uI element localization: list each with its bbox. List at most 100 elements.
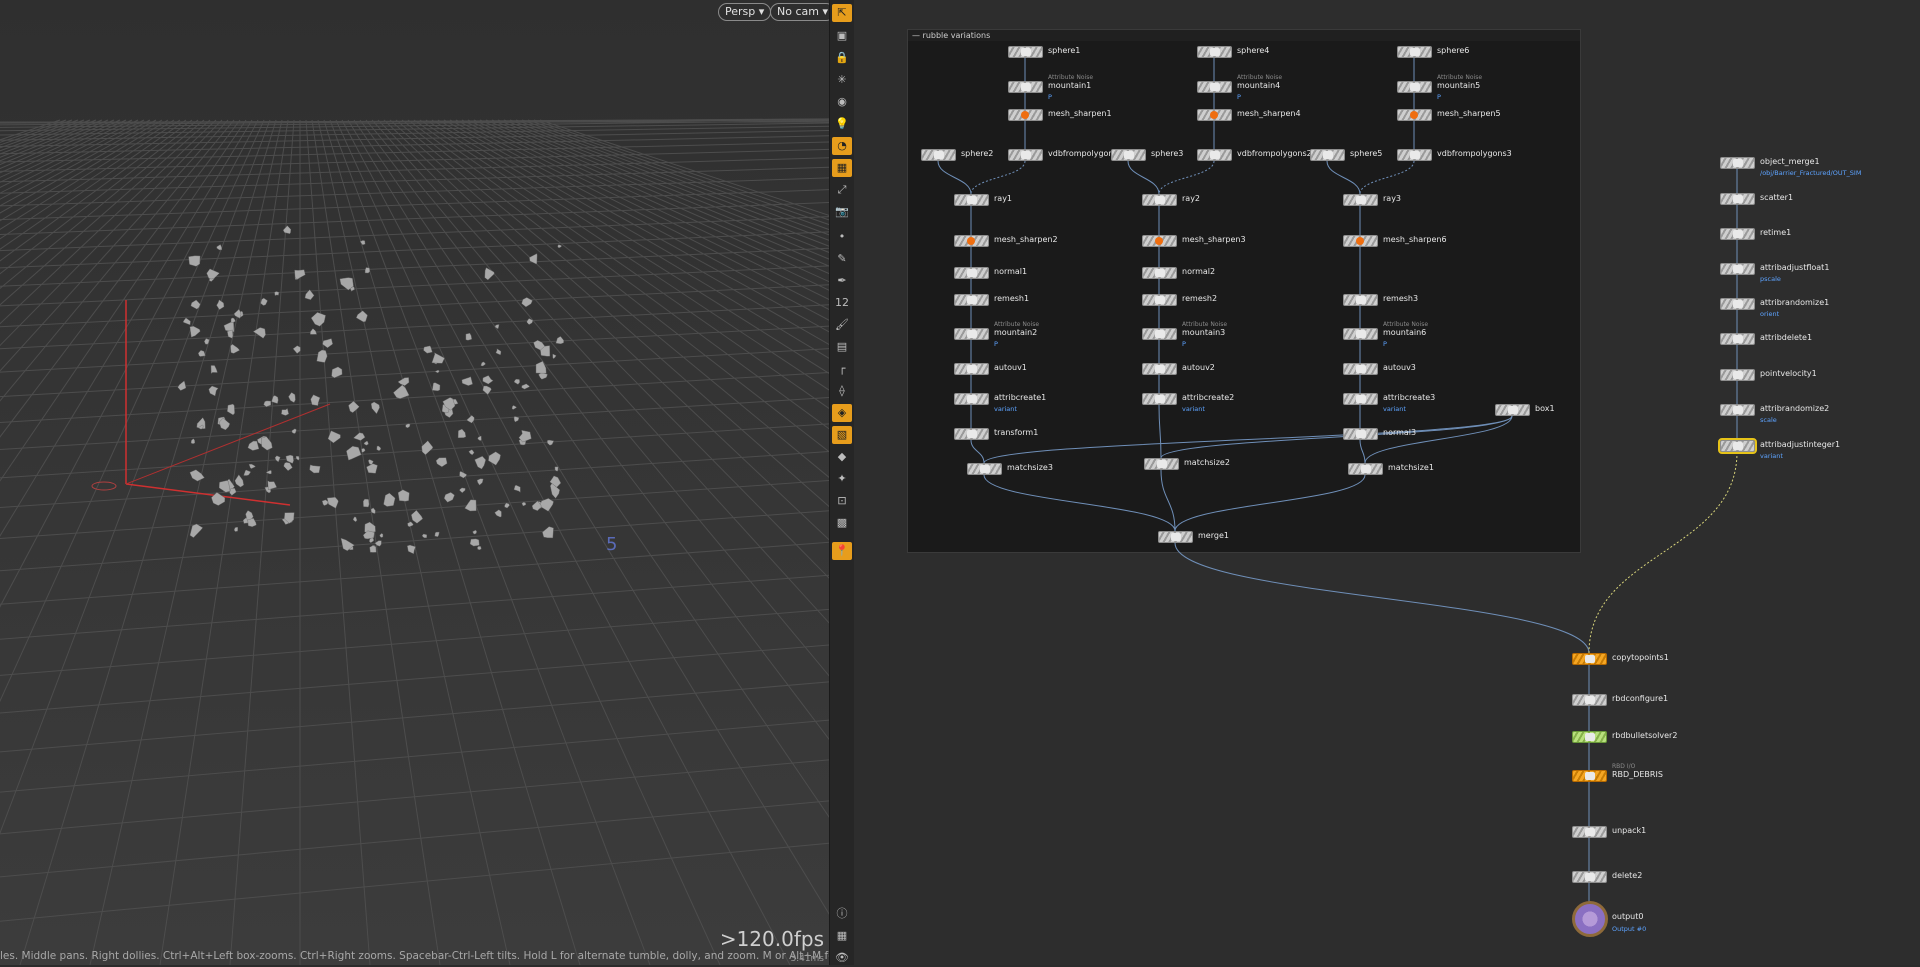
- node-matchsize1[interactable]: [1348, 463, 1383, 475]
- node-autouv3[interactable]: [1343, 363, 1378, 375]
- node-ray3[interactable]: [1343, 194, 1378, 206]
- render-icon[interactable]: ◔: [832, 137, 852, 155]
- display-icon[interactable]: ▦: [832, 159, 852, 177]
- node-transform1[interactable]: [954, 428, 989, 440]
- node-label: attribrandomize1: [1760, 298, 1830, 307]
- node-attribcreate3[interactable]: [1343, 393, 1378, 405]
- brush-icon[interactable]: ✎: [832, 250, 852, 268]
- node-label: normal2: [1182, 267, 1216, 276]
- node-type-icon: [1356, 395, 1366, 403]
- info-icon[interactable]: ⓘ: [832, 905, 852, 923]
- magnet-icon[interactable]: ✦: [832, 470, 852, 488]
- pin-icon[interactable]: 📍: [832, 542, 852, 560]
- node-mountain2[interactable]: [954, 328, 989, 340]
- wire-icon[interactable]: ⟠: [832, 382, 852, 400]
- debris-piece: [188, 255, 201, 267]
- node-ray2[interactable]: [1142, 194, 1177, 206]
- node-mesh-sharpen1[interactable]: [1008, 109, 1043, 121]
- node-delete2[interactable]: [1572, 871, 1607, 883]
- node-vdbfrompolygons2[interactable]: [1197, 149, 1232, 161]
- node-attribadjustfloat1[interactable]: [1720, 263, 1755, 275]
- node-rbdconfigure1[interactable]: [1572, 694, 1607, 706]
- node-copytopoints1[interactable]: [1572, 653, 1607, 665]
- scene-viewport[interactable]: 5 Persp ▾ No cam ▾ les. Middle pans. Rig…: [0, 0, 829, 965]
- node-attribcreate2[interactable]: [1142, 393, 1177, 405]
- node-label: mesh_sharpen6: [1383, 235, 1447, 244]
- node-attribadjustinteger1[interactable]: [1718, 438, 1757, 454]
- ruler-icon[interactable]: ┌: [832, 360, 852, 378]
- node-attribrandomize1[interactable]: [1720, 298, 1755, 310]
- light-icon[interactable]: 💡: [832, 115, 852, 133]
- node-sphere4[interactable]: [1197, 46, 1232, 58]
- node-merge1[interactable]: [1158, 531, 1193, 543]
- camera-icon[interactable]: 📷: [832, 203, 852, 221]
- node-mountain5[interactable]: [1397, 81, 1432, 93]
- node-normal1[interactable]: [954, 267, 989, 279]
- node-normal2[interactable]: [1142, 267, 1177, 279]
- select-icon[interactable]: ⇱: [832, 4, 852, 22]
- node-attribcreate1[interactable]: [954, 393, 989, 405]
- shaded-icon[interactable]: ◈: [832, 404, 852, 422]
- number-icon[interactable]: 12: [832, 294, 852, 312]
- node-scatter1[interactable]: [1720, 193, 1755, 205]
- camera-menu[interactable]: Persp ▾: [718, 3, 772, 21]
- snapshot-icon[interactable]: ▩: [832, 514, 852, 532]
- handles-icon[interactable]: ⤢: [832, 181, 852, 199]
- node-mountain3[interactable]: [1142, 328, 1177, 340]
- node-mesh-sharpen6[interactable]: [1343, 235, 1378, 247]
- node-mountain1[interactable]: [1008, 81, 1043, 93]
- node-label: sphere3: [1151, 149, 1184, 158]
- node-output0[interactable]: [1572, 901, 1608, 937]
- node-retime1[interactable]: [1720, 228, 1755, 240]
- node-remesh2[interactable]: [1142, 294, 1177, 306]
- no-cam-menu[interactable]: No cam ▾: [770, 3, 829, 21]
- node-sphere6[interactable]: [1397, 46, 1432, 58]
- network-editor[interactable]: — rubble variations sphere1 mountain1 Attr…: [854, 0, 1920, 965]
- node-normal3[interactable]: [1343, 428, 1378, 440]
- node-remesh3[interactable]: [1343, 294, 1378, 306]
- node-sphere2[interactable]: [921, 149, 956, 161]
- node-box1[interactable]: [1495, 404, 1530, 416]
- camera-view-icon[interactable]: ▣: [832, 27, 852, 45]
- node-sphere5[interactable]: [1310, 149, 1345, 161]
- pen-icon[interactable]: ✒: [832, 272, 852, 290]
- node-mesh-sharpen3[interactable]: [1142, 235, 1177, 247]
- node-type-icon: [1733, 300, 1743, 308]
- node-attribdelete1[interactable]: [1720, 333, 1755, 345]
- node-mesh-sharpen4[interactable]: [1197, 109, 1232, 121]
- lock-icon[interactable]: 🔒: [832, 49, 852, 67]
- node-autouv1[interactable]: [954, 363, 989, 375]
- node-ray1[interactable]: [954, 194, 989, 206]
- node-type-icon: [1585, 828, 1595, 836]
- node-rbdbulletsolver2[interactable]: [1572, 731, 1607, 743]
- node-object-merge1[interactable]: [1720, 157, 1755, 169]
- node-rbd-debris[interactable]: [1572, 770, 1607, 782]
- texture-icon[interactable]: ◆: [832, 448, 852, 466]
- node-matchsize2[interactable]: [1144, 458, 1179, 470]
- node-mesh-sharpen2[interactable]: [954, 235, 989, 247]
- node-sphere3[interactable]: [1111, 149, 1146, 161]
- node-autouv2[interactable]: [1142, 363, 1177, 375]
- node-mountain4[interactable]: [1197, 81, 1232, 93]
- snap-icon[interactable]: ✳: [832, 71, 852, 89]
- node-attribrandomize2[interactable]: [1720, 404, 1755, 416]
- node-vdbfrompolygons1[interactable]: [1008, 149, 1043, 161]
- eye-icon[interactable]: 👁: [832, 949, 852, 967]
- frame-icon[interactable]: ▧: [832, 426, 852, 444]
- node-vdbfrompolygons3[interactable]: [1397, 149, 1432, 161]
- node-sphere1[interactable]: [1008, 46, 1043, 58]
- node-type-icon: [1585, 733, 1595, 741]
- paint-icon[interactable]: 🖌: [832, 316, 852, 334]
- layout-icon[interactable]: ▦: [832, 927, 852, 945]
- display-options-icon[interactable]: ⊡: [832, 492, 852, 510]
- stack-icon[interactable]: ▤: [832, 338, 852, 356]
- node-pointvelocity1[interactable]: [1720, 369, 1755, 381]
- node-label: autouv2: [1182, 363, 1215, 372]
- node-mesh-sharpen5[interactable]: [1397, 109, 1432, 121]
- node-matchsize3[interactable]: [967, 463, 1002, 475]
- node-mountain6[interactable]: [1343, 328, 1378, 340]
- node-unpack1[interactable]: [1572, 826, 1607, 838]
- point-icon[interactable]: •: [832, 228, 852, 246]
- node-remesh1[interactable]: [954, 294, 989, 306]
- visibility-icon[interactable]: ◉: [832, 93, 852, 111]
